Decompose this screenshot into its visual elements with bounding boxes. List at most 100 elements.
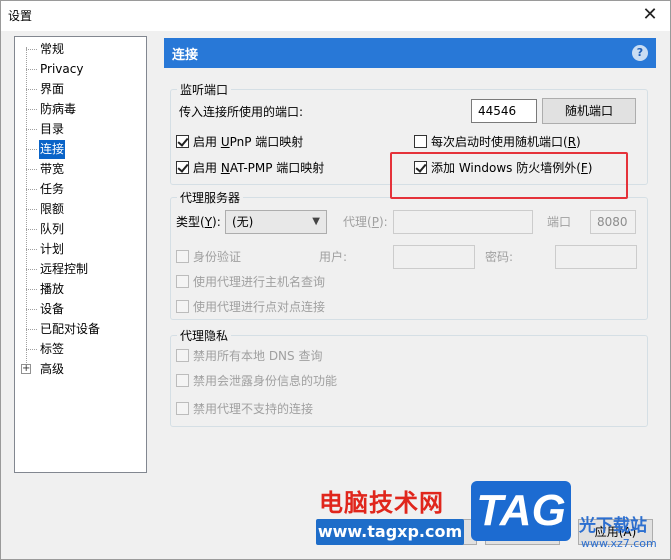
proxy-host-input[interactable]: [393, 210, 533, 234]
sidebar-item-label: 标签: [40, 342, 65, 356]
sidebar-item-label: 设备: [40, 302, 65, 316]
incoming-port-label: 传入连接所使用的端口:: [179, 105, 304, 119]
proxy-type-label-suffix: ):: [212, 215, 221, 229]
proxy-p2p-checkbox[interactable]: 使用代理进行点对点连接: [176, 299, 325, 315]
proxy-host-label: 代理(P):: [343, 214, 388, 230]
random-port-each-start-checkbox[interactable]: 每次启动时使用随机端口(R): [414, 134, 581, 150]
proxy-server-legend: 代理服务器: [180, 191, 241, 205]
disable-local-dns-label: 禁用所有本地 DNS 查询: [193, 349, 323, 363]
tree-connector: [26, 129, 37, 130]
random-port-each-start-label-prefix: 每次启动时使用随机端口(: [431, 135, 568, 149]
tree-connector: [26, 209, 37, 210]
proxy-port-label: 端口: [547, 215, 572, 229]
proxy-type-label-prefix: 类型(: [176, 215, 205, 229]
tree-connector: [26, 89, 37, 90]
proxy-hostname-lookup-check-box[interactable]: [176, 275, 189, 288]
natpmp-check-box[interactable]: [176, 161, 189, 174]
sidebar-item-label: 已配对设备: [40, 322, 101, 336]
sidebar-item-label: 界面: [40, 82, 65, 96]
natpmp-label-prefix: 启用: [193, 161, 221, 175]
tree-connector: [26, 169, 37, 170]
proxy-p2p-label: 使用代理进行点对点连接: [193, 300, 326, 314]
proxy-host-label-suffix: ):: [378, 215, 388, 229]
proxy-hostname-lookup-checkbox[interactable]: 使用代理进行主机名查询: [176, 274, 325, 290]
disable-identity-leak-check-box[interactable]: [176, 374, 189, 387]
proxy-user-label: 用户:: [319, 250, 348, 264]
tree-connector: [26, 109, 37, 110]
sidebar-item-label: 队列: [40, 222, 65, 236]
highlight-annotation-box: [390, 152, 628, 199]
sidebar-item-label: 高级: [40, 362, 65, 376]
sidebar-item-label: 任务: [40, 182, 65, 196]
settings-window: 设置 ✕ 常规 Privacy 界面 防病毒 目录 连接 带宽 任务 限额 队列…: [0, 0, 671, 560]
tree-connector: [26, 289, 37, 290]
expand-plus-icon[interactable]: +: [21, 364, 31, 374]
chevron-down-icon: ▼: [312, 216, 320, 227]
upnp-label-suffix: PnP 端口映射: [229, 135, 304, 149]
tree-connector: [26, 149, 37, 150]
proxy-auth-check-box[interactable]: [176, 250, 189, 263]
natpmp-label-suffix: AT-PMP 端口映射: [229, 161, 325, 175]
proxy-type-label-key: Y: [204, 215, 213, 229]
proxy-type-label: 类型(Y):: [176, 214, 221, 230]
proxy-password-label: 密码:: [485, 250, 514, 264]
sidebar-item-label: 目录: [40, 122, 65, 136]
proxy-host-label-key: P: [371, 215, 379, 229]
sidebar-item-label: 防病毒: [40, 102, 77, 116]
upnp-check-box[interactable]: [176, 135, 189, 148]
sidebar-item-label: 连接: [39, 140, 66, 159]
watermark-url: www.tagxp.com: [316, 519, 464, 545]
natpmp-checkbox[interactable]: 启用 NAT-PMP 端口映射: [176, 160, 324, 176]
window-title: 设置: [8, 9, 33, 23]
proxy-hostname-lookup-label: 使用代理进行主机名查询: [193, 275, 326, 289]
watermark-download-site-name: 光下载站: [579, 516, 647, 536]
disable-identity-leak-checkbox[interactable]: 禁用会泄露身份信息的功能: [176, 373, 337, 389]
tree-connector: [26, 309, 37, 310]
settings-category-tree[interactable]: 常规 Privacy 界面 防病毒 目录 连接 带宽 任务 限额 队列 计划 远…: [14, 36, 147, 473]
disable-identity-leak-label: 禁用会泄露身份信息的功能: [193, 374, 338, 388]
tree-connector: [26, 249, 37, 250]
disable-local-dns-checkbox[interactable]: 禁用所有本地 DNS 查询: [176, 348, 322, 364]
natpmp-label-key: N: [220, 161, 230, 175]
tree-guide-line: [26, 47, 27, 367]
proxy-host-label-prefix: 代理(: [343, 215, 372, 229]
proxy-type-selected-value: (无): [232, 215, 254, 229]
tree-connector: [26, 49, 37, 50]
proxy-password-input[interactable]: [555, 245, 637, 269]
sidebar-item-label: 带宽: [40, 162, 65, 176]
random-port-each-start-label-key: R: [567, 135, 577, 149]
sidebar-item-label: 限额: [40, 202, 65, 216]
tree-connector: [26, 329, 37, 330]
close-icon[interactable]: ✕: [640, 4, 660, 26]
proxy-auth-checkbox[interactable]: 身份验证: [176, 249, 241, 265]
sidebar-item-label: 播放: [40, 282, 65, 296]
proxy-p2p-check-box[interactable]: [176, 300, 189, 313]
disable-unsupported-label: 禁用代理不支持的连接: [193, 402, 314, 416]
title-bar[interactable]: 设置 ✕: [1, 1, 670, 31]
proxy-port-input[interactable]: 8080: [590, 210, 636, 234]
proxy-privacy-legend: 代理隐私: [180, 329, 229, 343]
proxy-user-input[interactable]: [393, 245, 475, 269]
panel-header: 连接 ?: [164, 38, 656, 68]
listen-port-legend: 监听端口: [180, 83, 229, 97]
disable-unsupported-connections-checkbox[interactable]: 禁用代理不支持的连接: [176, 401, 313, 417]
help-icon[interactable]: ?: [632, 45, 648, 61]
disable-unsupported-check-box[interactable]: [176, 402, 189, 415]
tree-connector: [26, 229, 37, 230]
upnp-label-key: U: [220, 135, 230, 149]
incoming-port-input[interactable]: 44546: [471, 99, 537, 123]
tree-connector: [26, 269, 37, 270]
random-port-each-start-check-box[interactable]: [414, 135, 427, 148]
watermark-site-name: 电脑技术网: [319, 489, 444, 517]
disable-local-dns-check-box[interactable]: [176, 349, 189, 362]
sidebar-item-label: 计划: [40, 242, 65, 256]
tree-connector: [26, 189, 37, 190]
proxy-type-select[interactable]: (无) ▼: [225, 210, 327, 234]
upnp-label-prefix: 启用: [193, 135, 221, 149]
tree-connector: [26, 349, 37, 350]
random-port-button[interactable]: 随机端口: [542, 98, 636, 124]
sidebar-item-label: 常规: [40, 42, 65, 56]
upnp-checkbox[interactable]: 启用 UPnP 端口映射: [176, 134, 303, 150]
connection-settings-panel: 连接 ? 监听端口 传入连接所使用的端口: 44546 随机端口 启用 UPnP…: [164, 38, 656, 475]
sidebar-item-label: Privacy: [40, 62, 84, 76]
